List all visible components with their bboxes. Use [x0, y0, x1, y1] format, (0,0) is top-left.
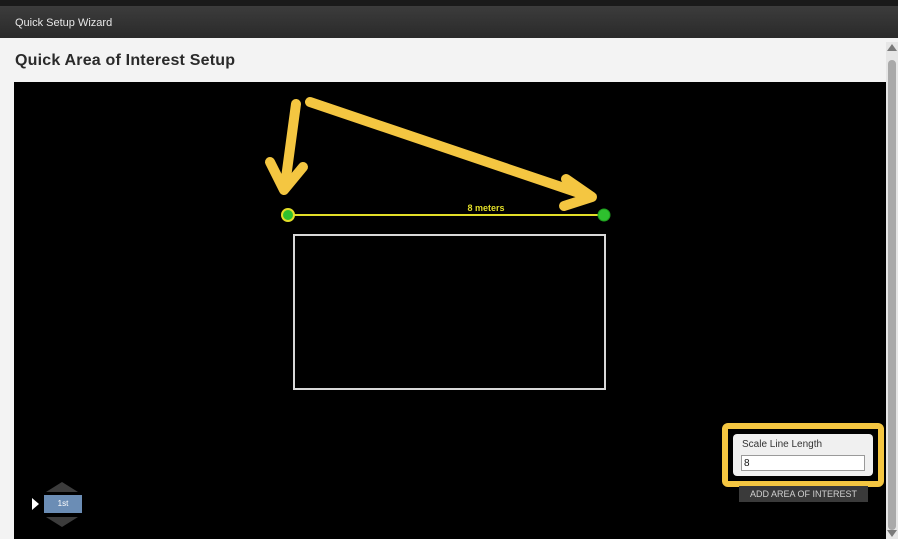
- scale-line-length-label: Scale Line Length: [742, 439, 823, 450]
- add-area-of-interest-button[interactable]: ADD AREA OF INTEREST: [739, 486, 868, 502]
- scroll-down-icon[interactable]: [887, 530, 897, 537]
- slider-pointer-icon: [32, 498, 39, 510]
- scale-line-length-input[interactable]: [741, 455, 865, 471]
- slider-value[interactable]: 1st: [44, 495, 82, 513]
- title-bar: Quick Setup Wizard: [0, 0, 898, 38]
- scale-line-label: 8 meters: [467, 203, 505, 213]
- scale-endpoint-left[interactable]: [281, 208, 295, 222]
- arrow-left-shaft: [281, 99, 301, 183]
- scale-line-length-box: Scale Line Length: [733, 434, 873, 476]
- order-slider[interactable]: 1st: [32, 482, 84, 528]
- area-of-interest-rectangle[interactable]: [293, 234, 606, 390]
- scale-line-length-panel: Scale Line Length: [722, 423, 884, 487]
- page-title: Quick Area of Interest Setup: [15, 52, 236, 69]
- slider-down-arrow[interactable]: [46, 517, 78, 527]
- arrow-right-shaft: [305, 97, 587, 199]
- scroll-up-icon[interactable]: [887, 44, 897, 51]
- vertical-scrollbar[interactable]: [886, 42, 898, 539]
- window-title: Quick Setup Wizard: [15, 17, 113, 29]
- scale-endpoint-right[interactable]: [597, 208, 611, 222]
- scroll-thumb[interactable]: [888, 60, 896, 530]
- slider-up-arrow[interactable]: [46, 482, 78, 492]
